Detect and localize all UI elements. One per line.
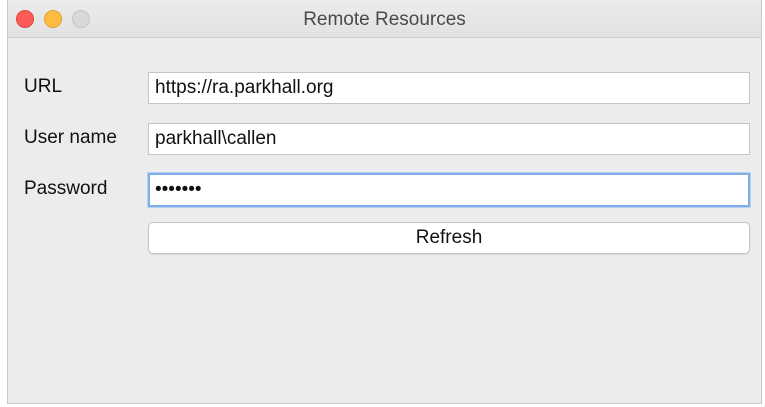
remote-resources-window: Remote Resources URL User name Password … [7,0,762,404]
title-bar[interactable]: Remote Resources [8,0,761,38]
refresh-button[interactable]: Refresh [148,222,750,254]
password-input[interactable] [148,173,750,207]
window-title: Remote Resources [303,9,466,30]
url-label: URL [24,76,63,97]
username-input[interactable] [148,123,750,155]
password-label: Password [24,178,108,199]
username-label: User name [24,127,117,148]
url-input[interactable] [148,72,750,104]
